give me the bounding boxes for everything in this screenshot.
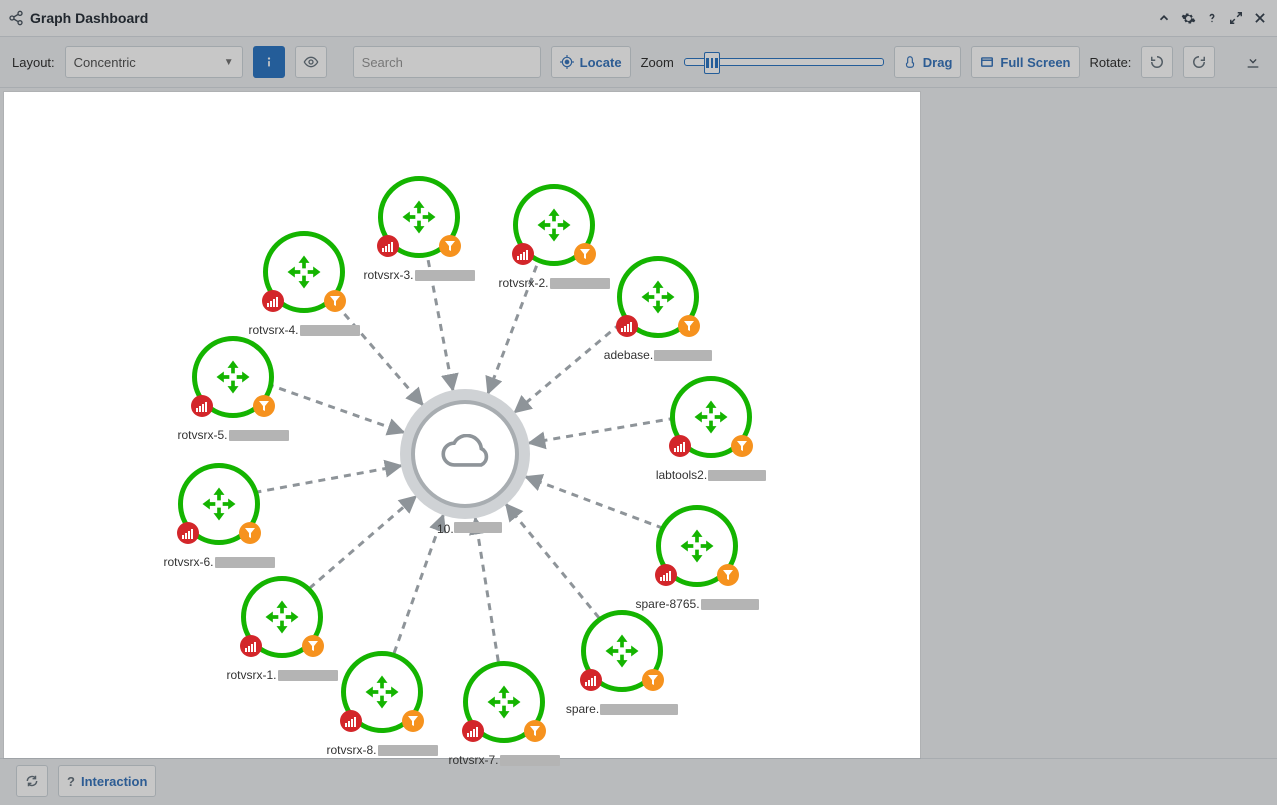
- filter-badge-icon: [239, 522, 261, 544]
- device-node[interactable]: rotvsrx-7.: [449, 661, 559, 767]
- device-label: spare-8765.: [635, 597, 758, 611]
- filter-badge-icon: [324, 290, 346, 312]
- signal-badge-icon: [669, 435, 691, 457]
- signal-badge-icon: [616, 315, 638, 337]
- graph-canvas[interactable]: 10. rotvsrx-3. rotvsrx-2. adebase. labtools2…: [4, 92, 920, 758]
- layout-select[interactable]: Concentric ▼: [65, 46, 243, 78]
- zoom-slider[interactable]: [684, 47, 884, 77]
- device-node[interactable]: spare-8765.: [642, 505, 752, 611]
- signal-badge-icon: [340, 710, 362, 732]
- refresh-button[interactable]: [16, 765, 48, 797]
- chevron-down-icon: ▼: [224, 57, 234, 68]
- panel-title: Graph Dashboard: [30, 10, 148, 26]
- signal-badge-icon: [177, 522, 199, 544]
- device-label: rotvsrx-7.: [449, 753, 560, 767]
- filter-badge-icon: [574, 243, 596, 265]
- gear-icon[interactable]: [1179, 9, 1197, 27]
- zoom-label: Zoom: [641, 55, 674, 70]
- signal-badge-icon: [377, 235, 399, 257]
- share-icon: [8, 10, 24, 26]
- side-panel: [924, 88, 1277, 758]
- search-input[interactable]: Search: [353, 46, 541, 78]
- device-label: rotvsrx-2.: [499, 276, 610, 290]
- footer: ? Interaction: [0, 758, 1277, 803]
- device-label: spare.: [566, 702, 678, 716]
- collapse-icon[interactable]: [1155, 9, 1173, 27]
- signal-badge-icon: [462, 720, 484, 742]
- device-node[interactable]: labtools2.: [656, 376, 766, 482]
- center-node[interactable]: [400, 389, 530, 519]
- device-node[interactable]: rotvsrx-1.: [227, 576, 337, 682]
- device-node[interactable]: rotvsrx-5.: [178, 336, 288, 442]
- expand-icon[interactable]: [1227, 9, 1245, 27]
- device-label: rotvsrx-4.: [249, 323, 360, 337]
- layout-label: Layout:: [12, 55, 55, 70]
- filter-badge-icon: [524, 720, 546, 742]
- rotate-ccw-button[interactable]: [1141, 46, 1173, 78]
- signal-badge-icon: [240, 635, 262, 657]
- signal-badge-icon: [580, 669, 602, 691]
- visibility-button[interactable]: [295, 46, 327, 78]
- slider-thumb[interactable]: [704, 52, 720, 74]
- signal-badge-icon: [191, 395, 213, 417]
- filter-badge-icon: [253, 395, 275, 417]
- device-node[interactable]: adebase.: [603, 256, 713, 362]
- toolbar: Layout: Concentric ▼ Search Locate Zoom …: [0, 37, 1277, 88]
- filter-badge-icon: [439, 235, 461, 257]
- device-node[interactable]: rotvsrx-4.: [249, 231, 359, 337]
- device-label: adebase.: [604, 348, 712, 362]
- rotate-cw-button[interactable]: [1183, 46, 1215, 78]
- signal-badge-icon: [655, 564, 677, 586]
- filter-badge-icon: [642, 669, 664, 691]
- device-label: labtools2.: [656, 468, 766, 482]
- help-icon[interactable]: [1203, 9, 1221, 27]
- panel-header: Graph Dashboard: [0, 0, 1277, 37]
- signal-badge-icon: [262, 290, 284, 312]
- device-node[interactable]: rotvsrx-6.: [164, 463, 274, 569]
- fullscreen-button[interactable]: Full Screen: [971, 46, 1079, 78]
- interaction-button[interactable]: ? Interaction: [58, 765, 156, 797]
- device-label: rotvsrx-1.: [227, 668, 338, 682]
- filter-badge-icon: [402, 710, 424, 732]
- device-node[interactable]: rotvsrx-8.: [327, 651, 437, 757]
- filter-badge-icon: [302, 635, 324, 657]
- center-node-label: 10.: [437, 522, 502, 536]
- signal-badge-icon: [512, 243, 534, 265]
- layout-value: Concentric: [74, 55, 136, 70]
- locate-button[interactable]: Locate: [551, 46, 631, 78]
- device-label: rotvsrx-3.: [364, 268, 475, 282]
- filter-badge-icon: [678, 315, 700, 337]
- device-node[interactable]: rotvsrx-2.: [499, 184, 609, 290]
- device-node[interactable]: spare.: [567, 610, 677, 716]
- filter-badge-icon: [731, 435, 753, 457]
- device-label: rotvsrx-5.: [178, 428, 289, 442]
- filter-badge-icon: [717, 564, 739, 586]
- download-icon[interactable]: [1245, 53, 1265, 72]
- info-button[interactable]: [253, 46, 285, 78]
- close-icon[interactable]: [1251, 9, 1269, 27]
- device-label: rotvsrx-8.: [327, 743, 438, 757]
- device-node[interactable]: rotvsrx-3.: [364, 176, 474, 282]
- device-label: rotvsrx-6.: [164, 555, 275, 569]
- rotate-label: Rotate:: [1090, 55, 1132, 70]
- drag-button[interactable]: Drag: [894, 46, 962, 78]
